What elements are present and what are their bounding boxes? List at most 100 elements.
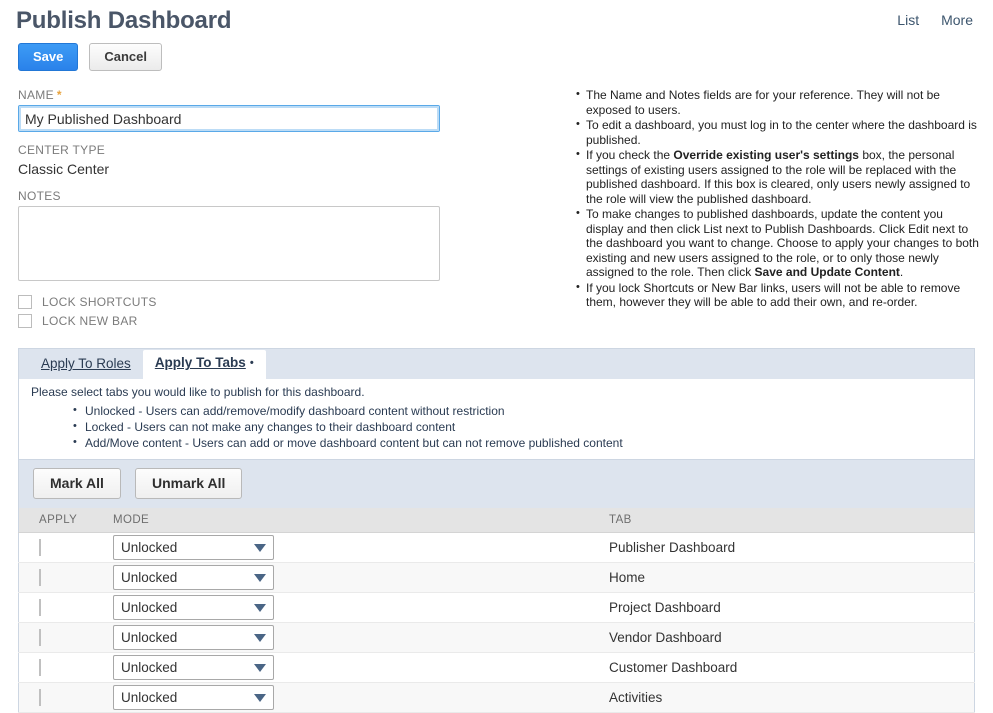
lock-shortcuts-checkbox[interactable] (18, 295, 32, 309)
tab-name-label: Project Dashboard (609, 600, 721, 615)
mode-cell: Unlocked (101, 532, 595, 563)
tab-apply-to-roles-label: Apply To Roles (41, 356, 131, 371)
row-apply-checkbox[interactable] (39, 659, 41, 676)
notes-field-block: NOTES (18, 189, 560, 284)
required-asterisk-icon: * (56, 88, 62, 102)
mode-description-item: Unlocked - Users can add/remove/modify d… (73, 403, 974, 419)
row-apply-checkbox[interactable] (39, 599, 41, 616)
mode-dropdown-value: Unlocked (121, 659, 178, 675)
help-list: The Name and Notes fields are for your r… (560, 87, 981, 310)
chevron-down-icon (254, 693, 266, 702)
tabs-table-head: APPLY MODE TAB (18, 508, 975, 533)
tab-cell: Project Dashboard (595, 592, 975, 623)
panel-intro-text: Please select tabs you would like to pub… (31, 385, 365, 399)
row-apply-checkbox[interactable] (39, 539, 41, 556)
mode-dropdown[interactable]: Unlocked (113, 535, 274, 560)
mode-dropdown-value: Unlocked (121, 629, 178, 645)
table-row: Unlocked Vendor Dashboard (18, 622, 975, 653)
chevron-down-icon (254, 603, 266, 612)
more-link[interactable]: More (941, 12, 973, 28)
lock-new-bar-checkbox[interactable] (18, 314, 32, 328)
center-type-block: CENTER TYPE Classic Center (18, 143, 560, 178)
lock-shortcuts-label: LOCK SHORTCUTS (42, 295, 157, 309)
panel-tab-strip: Apply To Roles Apply To Tabs • (18, 348, 975, 379)
lock-shortcuts-row[interactable]: LOCK SHORTCUTS (18, 295, 560, 309)
tabs-table-body: Unlocked Publisher Dashboard Unlocked Ho… (18, 532, 975, 713)
table-row: Unlocked Activities (18, 682, 975, 713)
tab-name-label: Home (609, 570, 646, 585)
apply-cell (18, 562, 101, 593)
mode-dropdown-value: Unlocked (121, 569, 178, 585)
name-label: NAME * (18, 88, 560, 102)
center-type-value: Classic Center (18, 161, 110, 177)
apply-cell (18, 652, 101, 683)
tab-cell: Customer Dashboard (595, 652, 975, 683)
tab-apply-to-tabs[interactable]: Apply To Tabs • (142, 350, 266, 379)
mode-dropdown[interactable]: Unlocked (113, 655, 274, 680)
notes-textarea[interactable] (18, 206, 440, 281)
chevron-down-icon (254, 663, 266, 672)
cancel-button[interactable]: Cancel (89, 43, 163, 71)
mode-dropdown-value: Unlocked (121, 599, 178, 615)
row-apply-checkbox[interactable] (39, 629, 41, 646)
apply-cell (18, 682, 101, 713)
save-button[interactable]: Save (18, 43, 79, 71)
table-row: Unlocked Publisher Dashboard (18, 532, 975, 563)
mode-dropdown[interactable]: Unlocked (113, 565, 274, 590)
tab-name-label: Activities (609, 690, 663, 705)
chevron-down-icon (254, 633, 266, 642)
tab-name-label: Vendor Dashboard (609, 630, 722, 645)
mode-cell: Unlocked (101, 682, 595, 713)
mode-dropdown[interactable]: Unlocked (113, 625, 274, 650)
center-type-label: CENTER TYPE (18, 143, 106, 157)
mode-dropdown[interactable]: Unlocked (113, 685, 274, 710)
apply-panel: Apply To Roles Apply To Tabs • Please sel… (18, 348, 975, 713)
mode-dropdown[interactable]: Unlocked (113, 595, 274, 620)
unmark-all-button[interactable]: Unmark All (134, 468, 243, 499)
notes-label: NOTES (18, 189, 61, 203)
tab-apply-to-tabs-label: Apply To Tabs (154, 355, 246, 371)
apply-cell (18, 622, 101, 653)
chevron-down-icon (254, 573, 266, 582)
mark-toolbar: Mark All Unmark All (18, 460, 975, 508)
mode-cell: Unlocked (101, 652, 595, 683)
mode-dropdown-value: Unlocked (121, 539, 178, 555)
action-bar: Save Cancel (18, 43, 993, 71)
mode-cell: Unlocked (101, 622, 595, 653)
column-header-mode: MODE (101, 508, 595, 533)
lock-new-bar-row[interactable]: LOCK NEW BAR (18, 314, 560, 328)
help-item: To make changes to published dashboards,… (576, 206, 981, 280)
help-item: If you lock Shortcuts or New Bar links, … (576, 280, 981, 310)
publish-form: NAME* CENTER TYPE Classic Center NOTES L… (0, 88, 560, 328)
table-header-row: APPLY MODE TAB (18, 508, 975, 533)
apply-cell (18, 592, 101, 623)
page-header: Publish Dashboard List More (0, 0, 993, 36)
mark-all-button[interactable]: Mark All (33, 468, 121, 499)
name-input[interactable] (18, 105, 440, 132)
apply-cell (18, 532, 101, 563)
chevron-down-icon (254, 543, 266, 552)
table-row: Unlocked Project Dashboard (18, 592, 975, 623)
page-title: Publish Dashboard (16, 7, 232, 34)
help-panel: The Name and Notes fields are for your r… (560, 87, 993, 328)
tab-cell: Home (595, 562, 975, 593)
name-field-block: NAME * (18, 88, 560, 132)
mode-description-list: Unlocked - Users can add/remove/modify d… (19, 403, 974, 451)
help-item: To edit a dashboard, you must log in to … (576, 117, 981, 147)
mode-description-item: Locked - Users can not make any changes … (73, 419, 974, 435)
mode-cell: Unlocked (101, 562, 595, 593)
tab-cell: Activities (595, 682, 975, 713)
row-apply-checkbox[interactable] (39, 689, 41, 706)
form-and-help: NAME* CENTER TYPE Classic Center NOTES L… (0, 87, 993, 328)
help-item: The Name and Notes fields are for your r… (576, 87, 981, 117)
list-link[interactable]: List (897, 12, 919, 28)
panel-instructions: Please select tabs you would like to pub… (18, 379, 975, 460)
mode-dropdown-value: Unlocked (121, 689, 178, 705)
tabs-table: APPLY MODE TAB Unlocked Publisher Dashbo… (18, 508, 975, 713)
header-links: List More (897, 12, 973, 28)
table-row: Unlocked Home (18, 562, 975, 593)
name-label-text: NAME (18, 88, 54, 102)
row-apply-checkbox[interactable] (39, 569, 41, 586)
tab-apply-to-roles[interactable]: Apply To Roles (29, 351, 143, 379)
column-header-apply: APPLY (18, 508, 101, 533)
